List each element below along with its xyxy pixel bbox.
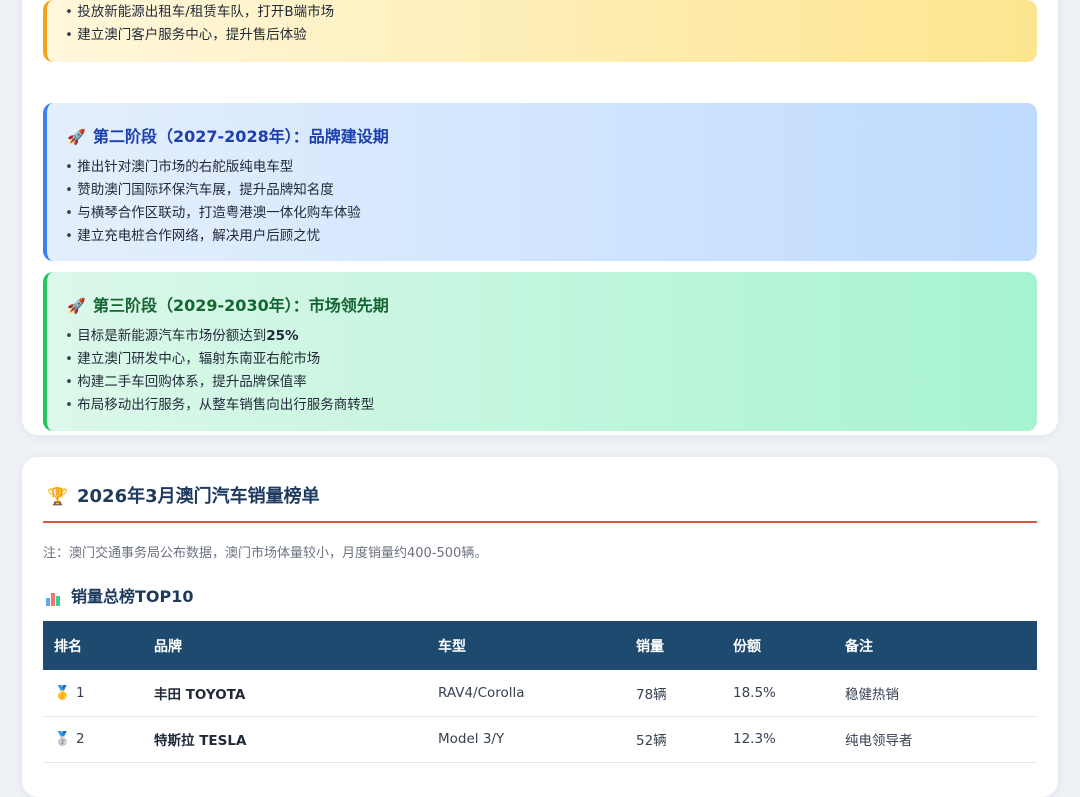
stage-3-bullet: 目标是新能源汽车市场份额达到25% <box>65 325 374 348</box>
stage-2-bullets: 推出针对澳门市场的右舵版纯电车型 赞助澳门国际环保汽车展，提升品牌知名度 与横琴… <box>65 156 361 248</box>
section-title: 🏆 2026年3月澳门汽车销量榜单 <box>47 482 320 508</box>
rank-value: 1 <box>76 684 85 701</box>
rank-cell: 🥇 1 <box>43 670 143 717</box>
rank-value: 2 <box>76 731 85 747</box>
stage-3-bullet: 布局移动出行服务，从整车销售向出行服务商转型 <box>65 394 374 417</box>
note-cell: 稳健热销 <box>834 670 1037 717</box>
table-row[interactable]: 🥇 1 丰田 TOYOTA RAV4/Corolla 78辆 18.5% 稳健热销 <box>43 670 1037 717</box>
rocket-icon: 🚀 <box>67 297 86 315</box>
roadmap-card: 投放新能源出租车/租赁车队，打开B端市场 建立澳门客户服务中心，提升售后体验 🚀… <box>22 0 1058 435</box>
stage-1-panel: 投放新能源出租车/租赁车队，打开B端市场 建立澳门客户服务中心，提升售后体验 <box>43 0 1037 62</box>
stage-3-bullets: 目标是新能源汽车市场份额达到25% 建立澳门研发中心，辐射东南亚右舵市场 构建二… <box>65 325 374 417</box>
silver-medal-icon: 🥈 <box>54 731 71 747</box>
market-share-target: 25% <box>266 328 299 344</box>
stage-2-title-text: 第二阶段（2027-2028年）：品牌建设期 <box>93 127 389 146</box>
stage-3-bullet: 建立澳门研发中心，辐射东南亚右舵市场 <box>65 348 374 371</box>
column-header-brand[interactable]: 品牌 <box>143 621 427 670</box>
table-header-row: 排名 品牌 车型 销量 份额 备注 <box>43 621 1037 670</box>
table-row[interactable]: 🥈 2 特斯拉 TESLA Model 3/Y 52辆 12.3% 纯电领导者 <box>43 716 1037 763</box>
column-header-share[interactable]: 份额 <box>722 621 834 670</box>
gold-medal-icon: 🥇 <box>54 684 71 701</box>
stage-3-bullet-text: 目标是新能源汽车市场份额达到 <box>77 328 267 344</box>
stage-3-bullet: 构建二手车回购体系，提升品牌保值率 <box>65 371 374 394</box>
bar-chart-icon <box>46 587 66 606</box>
subsection-title-text: 销量总榜TOP10 <box>71 587 194 606</box>
brand-cell: 特斯拉 TESLA <box>143 716 427 763</box>
share-cell: 18.5% <box>722 670 834 717</box>
column-header-note[interactable]: 备注 <box>834 621 1037 670</box>
section-title-text: 2026年3月澳门汽车销量榜单 <box>77 486 320 507</box>
stage-1-bullets: 投放新能源出租车/租赁车队，打开B端市场 建立澳门客户服务中心，提升售后体验 <box>65 1 334 47</box>
section-divider <box>43 521 1037 523</box>
stage-3-title: 🚀 第三阶段（2029-2030年）：市场领先期 <box>67 292 389 316</box>
rank-cell: 🥈 2 <box>43 716 143 763</box>
stage-2-bullet: 推出针对澳门市场的右舵版纯电车型 <box>65 156 361 179</box>
note-cell: 纯电领导者 <box>834 716 1037 763</box>
share-cell: 12.3% <box>722 716 834 763</box>
sales-cell: 52辆 <box>625 716 722 763</box>
stage-2-title: 🚀 第二阶段（2027-2028年）：品牌建设期 <box>67 123 389 147</box>
subsection-title: 销量总榜TOP10 <box>46 583 194 607</box>
stage-3-title-text: 第三阶段（2029-2030年）：市场领先期 <box>93 296 389 315</box>
sales-ranking-card: 🏆 2026年3月澳门汽车销量榜单 注：澳门交通事务局公布数据，澳门市场体量较小，… <box>22 457 1058 797</box>
sales-cell: 78辆 <box>625 670 722 717</box>
stage-2-bullet: 建立充电桩合作网络，解决用户后顾之忧 <box>65 225 361 248</box>
stage-2-panel: 🚀 第二阶段（2027-2028年）：品牌建设期 推出针对澳门市场的右舵版纯电车型… <box>43 103 1037 261</box>
stage-2-bullet: 赞助澳门国际环保汽车展，提升品牌知名度 <box>65 179 361 202</box>
stage-1-bullet: 建立澳门客户服务中心，提升售后体验 <box>65 24 334 47</box>
stage-1-bullet: 投放新能源出租车/租赁车队，打开B端市场 <box>65 1 334 24</box>
sales-table: 排名 品牌 车型 销量 份额 备注 🥇 1 丰田 TOYOTA RAV4/Coro… <box>43 621 1037 763</box>
column-header-sales[interactable]: 销量 <box>625 621 722 670</box>
column-header-rank[interactable]: 排名 <box>43 621 143 670</box>
column-header-model[interactable]: 车型 <box>427 621 625 670</box>
stage-3-panel: 🚀 第三阶段（2029-2030年）：市场领先期 目标是新能源汽车市场份额达到25… <box>43 272 1037 431</box>
trophy-icon: 🏆 <box>47 487 69 507</box>
data-note: 注：澳门交通事务局公布数据，澳门市场体量较小，月度销量约400-500辆。 <box>43 546 488 561</box>
stage-2-bullet: 与横琴合作区联动，打造粤港澳一体化购车体验 <box>65 202 361 225</box>
brand-cell: 丰田 TOYOTA <box>143 670 427 717</box>
rocket-icon: 🚀 <box>67 128 86 146</box>
model-cell: RAV4/Corolla <box>427 670 625 717</box>
model-cell: Model 3/Y <box>427 716 625 763</box>
